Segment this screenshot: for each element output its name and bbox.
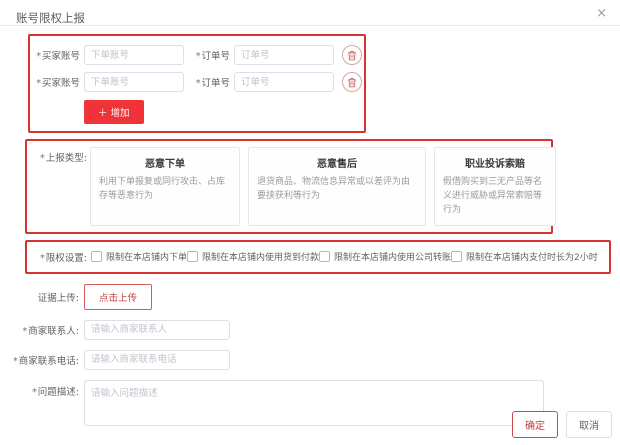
- cancel-button[interactable]: 取消: [566, 411, 612, 438]
- card-professional-claim[interactable]: 职业投诉索赔 假借购买到三无产品等名义进行威胁或异常索赔等行为: [434, 147, 556, 226]
- dialog-header: 账号限权上报: [0, 0, 620, 26]
- required-mark: *: [195, 51, 201, 62]
- card-description: 利用下单报复或同行攻击、占库存等恶意行为: [99, 177, 226, 201]
- merchant-phone-input[interactable]: [84, 349, 230, 370]
- card-title: 恶意售后: [317, 159, 357, 170]
- required-mark: *: [40, 252, 45, 264]
- confirm-button[interactable]: 确定: [512, 411, 558, 438]
- evidence-upload-row: 证据上传: 点击上传: [0, 283, 620, 310]
- restriction-options: 限制在本店铺内下单 限制在本店铺内使用货到付款 限制在本店铺内使用公司转账 限制…: [91, 250, 598, 263]
- close-icon[interactable]: ×: [596, 7, 607, 20]
- order-number-label: *订单号: [195, 51, 230, 62]
- delete-row-button[interactable]: [342, 45, 362, 65]
- card-title: 职业投诉索赔: [465, 159, 525, 170]
- buyer-order-row-2: *买家账号 *订单号: [34, 72, 364, 92]
- buyer-account-input[interactable]: [84, 45, 184, 65]
- delete-row-button[interactable]: [342, 72, 362, 92]
- required-mark: *: [195, 78, 201, 89]
- report-type-annotation-box: *上报类型: 恶意下单 利用下单报复或同行攻击、占库存等恶意行为 恶意售后 退货…: [25, 139, 556, 234]
- card-title: 恶意下单: [145, 159, 185, 170]
- problem-description-label: *问题描述:: [32, 386, 79, 398]
- order-number-label: *订单号: [195, 78, 230, 89]
- required-mark: *: [36, 51, 41, 62]
- card-malicious-aftersale[interactable]: 恶意售后 退货商品、物流信息异常或以差评为由要挟获利等行为: [248, 147, 426, 226]
- buyer-account-label: *买家账号: [36, 51, 80, 62]
- dialog-footer: 确定 取消: [512, 411, 612, 438]
- merchant-phone-row: *商家联系电话:: [0, 349, 620, 370]
- trash-icon: [348, 77, 356, 87]
- checkbox-icon[interactable]: [187, 251, 199, 263]
- checkbox-icon[interactable]: [91, 251, 102, 263]
- order-number-input[interactable]: [234, 72, 334, 92]
- trash-icon: [348, 50, 356, 60]
- card-malicious-order[interactable]: 恶意下单 利用下单报复或同行攻击、占库存等恶意行为: [90, 147, 240, 226]
- buyer-account-label: *买家账号: [36, 78, 80, 89]
- problem-description-wrap: [84, 379, 544, 430]
- buyer-account-input[interactable]: [84, 72, 184, 92]
- buyer-order-row-1: *买家账号 *订单号: [34, 45, 364, 65]
- merchant-contact-row: *商家联系人:: [0, 319, 620, 340]
- account-restriction-report-dialog: 账号限权上报 × *买家账号 *订单号 *买家账号 *订单号 ＋ 增加 *上报类…: [0, 0, 620, 445]
- checkbox-restrict-cod[interactable]: 限制在本店铺内使用货到付款: [187, 250, 319, 263]
- required-mark: *: [40, 153, 45, 164]
- required-mark: *: [32, 386, 37, 398]
- upload-button[interactable]: 点击上传: [84, 283, 153, 310]
- merchant-phone-label: *商家联系电话:: [13, 355, 79, 367]
- evidence-upload-label: 证据上传:: [37, 292, 79, 304]
- card-description: 假借购买到三无产品等名义进行威胁或异常索赔等行为: [443, 177, 543, 215]
- problem-description-textarea[interactable]: [84, 379, 544, 426]
- order-number-input[interactable]: [234, 45, 334, 65]
- merchant-contact-input[interactable]: [84, 319, 230, 340]
- merchant-contact-label: *商家联系人:: [22, 325, 79, 337]
- required-mark: *: [13, 355, 18, 367]
- restriction-settings-label: *限权设置:: [40, 252, 87, 264]
- restriction-settings-annotation-box: *限权设置: 限制在本店铺内下单 限制在本店铺内使用货到付款 限制在本店铺内使用…: [25, 239, 611, 274]
- card-description: 退货商品、物流信息异常或以差评为由要挟获利等行为: [257, 177, 411, 201]
- add-row-button[interactable]: ＋ 增加: [84, 100, 144, 124]
- checkbox-icon[interactable]: [451, 251, 463, 263]
- buyer-orders-annotation-box: *买家账号 *订单号 *买家账号 *订单号 ＋ 增加: [28, 34, 366, 133]
- required-mark: *: [36, 78, 41, 89]
- dialog-title: 账号限权上报: [16, 11, 85, 25]
- checkbox-icon[interactable]: [319, 251, 331, 263]
- required-mark: *: [22, 325, 28, 337]
- checkbox-restrict-payment-window[interactable]: 限制在本店铺内支付时长为2小时: [451, 250, 598, 263]
- checkbox-restrict-ordering[interactable]: 限制在本店铺内下单: [91, 250, 187, 263]
- checkbox-restrict-company-transfer[interactable]: 限制在本店铺内使用公司转账: [319, 250, 451, 263]
- report-type-cards: 恶意下单 利用下单报复或同行攻击、占库存等恶意行为 恶意售后 退货商品、物流信息…: [90, 147, 556, 226]
- report-type-label: *上报类型:: [40, 153, 87, 164]
